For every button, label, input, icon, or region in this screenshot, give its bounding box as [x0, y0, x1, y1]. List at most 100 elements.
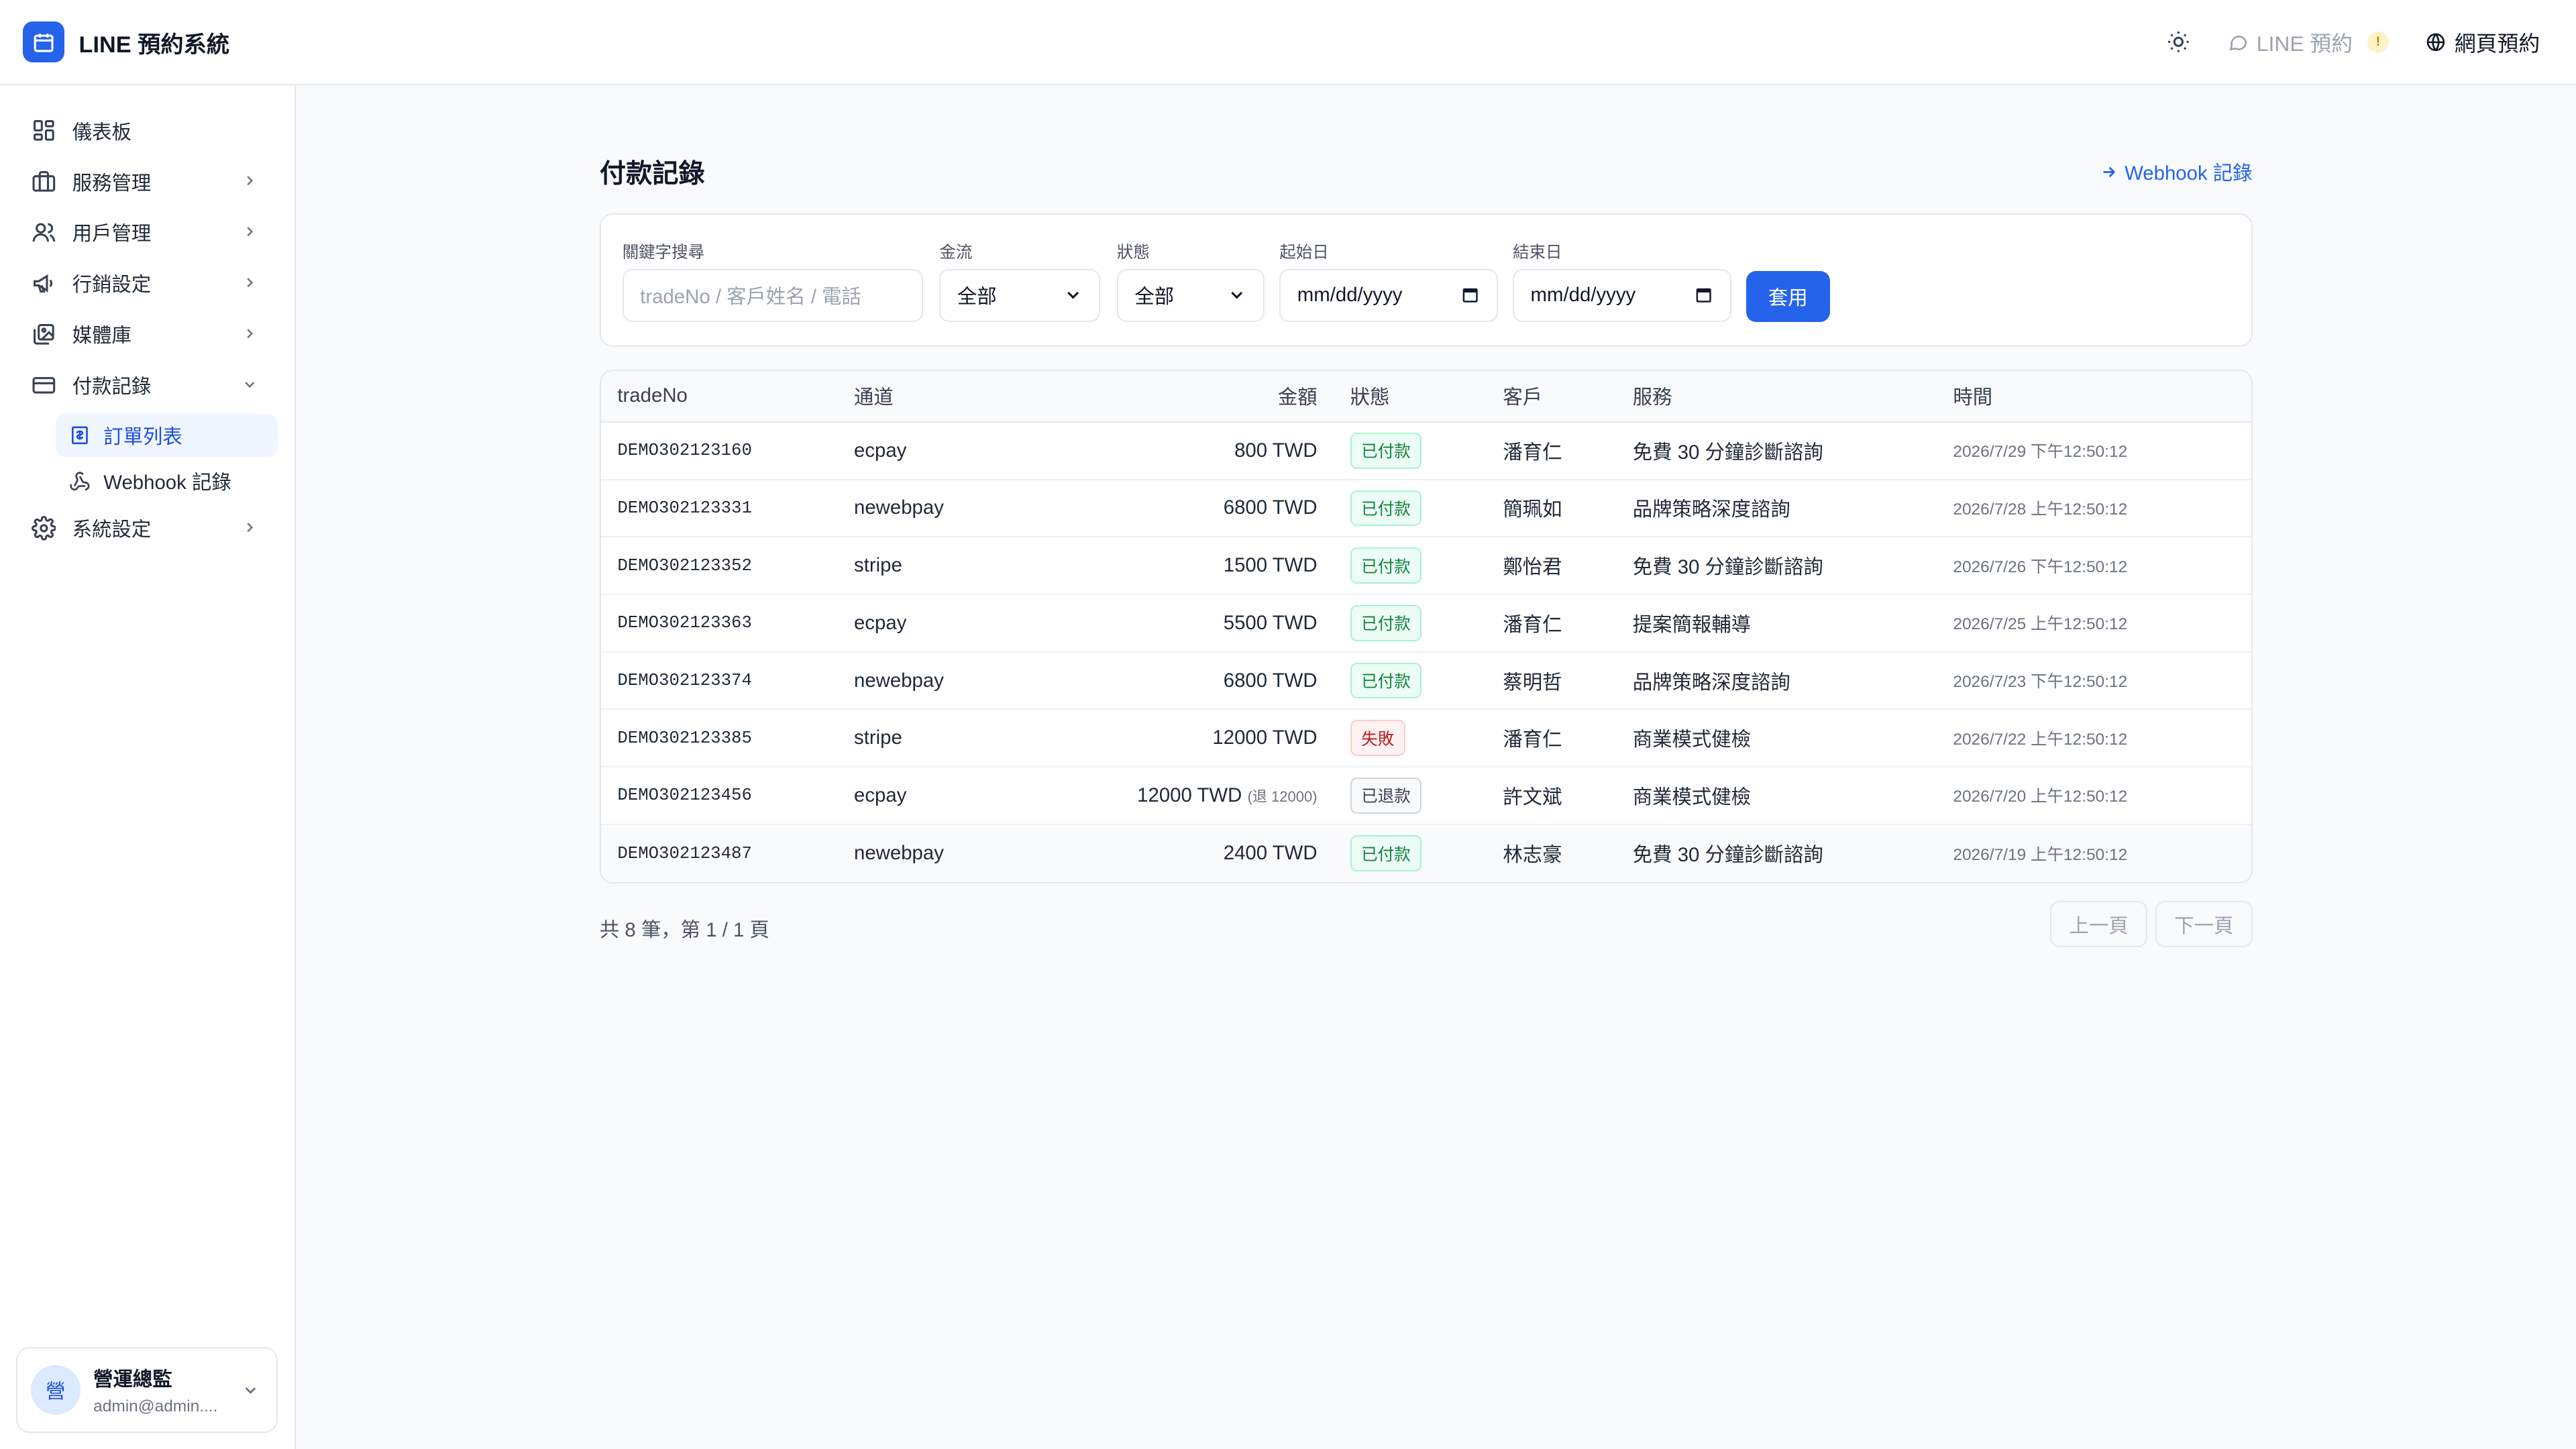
- sun-icon: [2166, 30, 2191, 54]
- column-header[interactable]: 狀態: [1334, 371, 1487, 423]
- gateway-label: 金流: [939, 244, 973, 262]
- trade-no-cell: DEMO302123352: [600, 537, 838, 596]
- sidebar-subitem-webhook[interactable]: Webhook 記錄: [56, 460, 278, 503]
- sidebar-item-label: 付款記錄: [72, 376, 152, 398]
- sidebar-subitem-orders[interactable]: 訂單列表: [56, 414, 278, 457]
- status-value: 全部: [1134, 286, 1175, 309]
- service-cell: 免費 30 分鐘診斷諮詢: [1616, 537, 1937, 596]
- sidebar-item-label: 用戶管理: [72, 223, 152, 246]
- column-header[interactable]: tradeNo: [600, 371, 838, 423]
- status-cell: 已付款: [1334, 824, 1487, 882]
- amount-value: 5500 TWD: [1223, 611, 1318, 634]
- theme-toggle[interactable]: [2166, 30, 2191, 54]
- trade-no-cell: DEMO302123374: [600, 651, 838, 710]
- amount-cell: 1500 TWD: [1002, 537, 1334, 596]
- chevron-down-icon: [241, 1381, 260, 1399]
- amount-cell: 5500 TWD: [1002, 594, 1334, 653]
- status-cell: 已付款: [1334, 537, 1487, 596]
- status-cell: 已付款: [1334, 594, 1487, 653]
- sidebar-item-dashboard[interactable]: 儀表板: [0, 105, 294, 156]
- sidebar-item-users[interactable]: 用戶管理: [0, 207, 294, 258]
- amount-value: 12000 TWD: [1137, 784, 1242, 806]
- calendar-icon[interactable]: [1460, 285, 1480, 305]
- user-menu[interactable]: 營 營運總監 admin@admin....: [16, 1347, 278, 1433]
- sidebar-item-settings[interactable]: 系統設定: [0, 502, 294, 553]
- trade-no-cell: DEMO302123385: [600, 709, 838, 768]
- service-cell: 品牌策略深度諮詢: [1616, 651, 1937, 710]
- trade-no-cell: DEMO302123160: [600, 421, 838, 480]
- status-cell: 已付款: [1334, 479, 1487, 538]
- user-name: 營運總監: [93, 1368, 172, 1391]
- prev-page-button[interactable]: 上一頁: [2050, 901, 2147, 948]
- trade-no-cell: DEMO302123487: [600, 824, 838, 882]
- pagination-info: 共 8 筆，第 1 / 1 頁: [599, 919, 769, 942]
- channel-cell: ecpay: [837, 767, 1002, 825]
- payments-table: tradeNo 通道 金額 狀態 客戶 服務 時間 DEMO302123160 …: [599, 370, 2253, 883]
- customer-cell: 簡珮如: [1486, 479, 1617, 538]
- next-page-button[interactable]: 下一頁: [2155, 901, 2253, 948]
- table-row[interactable]: DEMO302123385 stripe 12000 TWD 失敗 潘育仁 商業…: [600, 709, 2251, 768]
- customer-cell: 潘育仁: [1486, 594, 1617, 653]
- amount-value: 800 TWD: [1234, 439, 1318, 462]
- amount-cell: 12000 TWD: [1002, 709, 1334, 768]
- start-date-label: 起始日: [1279, 244, 1329, 262]
- apply-button[interactable]: 套用: [1746, 270, 1830, 322]
- trade-no-cell: DEMO302123331: [600, 479, 838, 538]
- megaphone-icon: [32, 271, 56, 296]
- status-badge: 已付款: [1350, 605, 1422, 641]
- table-row[interactable]: DEMO302123160 ecpay 800 TWD 已付款 潘育仁 免費 3…: [600, 421, 2251, 480]
- customer-cell: 潘育仁: [1486, 421, 1617, 480]
- sidebar-item-marketing[interactable]: 行銷設定: [0, 258, 294, 309]
- service-cell: 商業模式健檢: [1616, 767, 1937, 825]
- globe-icon: [2425, 32, 2447, 53]
- table-row[interactable]: DEMO302123331 newebpay 6800 TWD 已付款 簡珮如 …: [600, 479, 2251, 538]
- web-booking-link[interactable]: 網頁預約: [2425, 27, 2540, 58]
- web-booking-label: 網頁預約: [2454, 31, 2540, 56]
- chevron-right-icon: [241, 223, 258, 239]
- table-row[interactable]: DEMO302123374 newebpay 6800 TWD 已付款 蔡明哲 …: [600, 651, 2251, 710]
- line-booking-link[interactable]: LINE 預約 !: [2227, 27, 2389, 58]
- brand[interactable]: LINE 預約系統: [23, 21, 230, 63]
- webhook-log-link[interactable]: Webhook 記錄: [2100, 158, 2253, 186]
- sidebar-item-label: 媒體庫: [72, 325, 131, 347]
- chevron-right-icon: [241, 519, 258, 535]
- trade-no-cell: DEMO302123363: [600, 594, 838, 653]
- table-row[interactable]: DEMO302123363 ecpay 5500 TWD 已付款 潘育仁 提案簡…: [600, 594, 2251, 653]
- column-header[interactable]: 服務: [1616, 371, 1937, 423]
- end-date-input[interactable]: mm/dd/yyyy: [1513, 269, 1731, 322]
- sidebar-subitem-label: Webhook 記錄: [103, 472, 231, 494]
- chevron-right-icon: [241, 172, 258, 189]
- status-badge: 已付款: [1350, 662, 1422, 699]
- gateway-select[interactable]: 全部: [939, 269, 1101, 322]
- column-header[interactable]: 客戶: [1486, 371, 1617, 423]
- sidebar-item-label: 服務管理: [72, 172, 152, 195]
- channel-cell: ecpay: [837, 421, 1002, 480]
- table-row[interactable]: DEMO302123487 newebpay 2400 TWD 已付款 林志豪 …: [600, 824, 2251, 882]
- keyword-label: 關鍵字搜尋: [622, 244, 705, 262]
- page-title: 付款記錄: [599, 159, 705, 189]
- user-email: admin@admin....: [93, 1397, 218, 1415]
- refund-note: (退 12000): [1247, 788, 1318, 805]
- table-row[interactable]: DEMO302123456 ecpay 12000 TWD (退 12000) …: [600, 767, 2251, 825]
- column-header[interactable]: 金額: [1002, 371, 1334, 423]
- webhook-icon: [69, 471, 91, 492]
- receipt-icon: [69, 425, 91, 446]
- column-header[interactable]: 時間: [1936, 371, 2251, 423]
- chevron-down-icon: [1063, 285, 1083, 305]
- app-title: LINE 預約系統: [78, 32, 230, 58]
- calendar-icon[interactable]: [1694, 285, 1713, 305]
- sidebar-item-services[interactable]: 服務管理: [0, 156, 294, 207]
- sidebar-item-media[interactable]: 媒體庫: [0, 309, 294, 360]
- table-row[interactable]: DEMO302123352 stripe 1500 TWD 已付款 鄭怡君 免費…: [600, 537, 2251, 596]
- time-cell: 2026/7/19 上午12:50:12: [1936, 824, 2251, 882]
- service-cell: 品牌策略深度諮詢: [1616, 479, 1937, 538]
- service-cell: 免費 30 分鐘診斷諮詢: [1616, 824, 1937, 882]
- status-select[interactable]: 全部: [1116, 269, 1265, 322]
- keyword-search-input[interactable]: tradeNo / 客戶姓名 / 電話: [622, 269, 923, 322]
- column-header[interactable]: 通道: [837, 371, 1002, 423]
- amount-value: 2400 TWD: [1223, 842, 1318, 865]
- gateway-value: 全部: [957, 286, 997, 309]
- start-date-input[interactable]: mm/dd/yyyy: [1279, 269, 1498, 322]
- sidebar-item-payments[interactable]: 付款記錄: [0, 360, 294, 411]
- avatar: 營: [31, 1365, 80, 1415]
